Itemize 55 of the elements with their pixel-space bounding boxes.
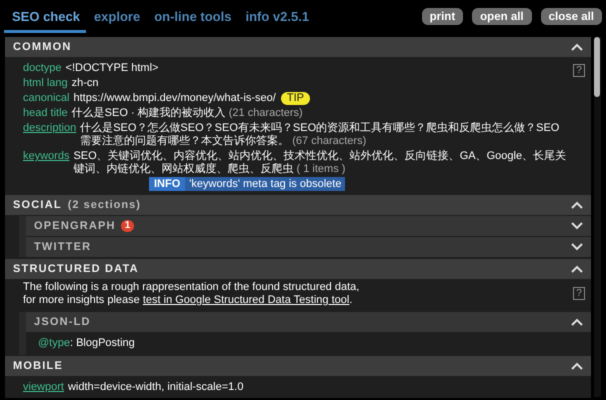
subsection-title: JSON-LD xyxy=(34,316,91,328)
field-key[interactable]: keywords xyxy=(23,150,70,163)
info-message: 'keywords' meta tag is obsolete xyxy=(185,177,346,191)
field-value: SEO、关键词优化、内容优化、站内优化、技术性优化、站外优化、反向链接、GA、Google、长尾关键词、内链优化、网站权威度、爬虫、反爬虫 ( 1 items ) xyxy=(73,150,567,176)
field-value: https://www.bmpi.dev/money/what-is-seo/ xyxy=(73,92,276,105)
scrollbar[interactable] xyxy=(594,37,601,397)
chevron-up-icon[interactable] xyxy=(571,265,583,273)
chevron-down-icon[interactable] xyxy=(571,222,583,230)
section-title: COMMON xyxy=(13,41,72,53)
toolbar-button[interactable]: close all xyxy=(540,8,602,25)
section-title: MOBILE xyxy=(13,360,63,372)
field-value: 什么是SEO？怎么做SEO？SEO有未来吗？SEO的资源和工具有哪些？爬虫和反爬虫怎么做？SEO需要注意的问题有哪些？本文告诉你答案。 (67 characters) xyxy=(80,122,560,148)
intro-paragraph: The following is a rough rappresentation of the found structured data, for more insights please test in Google Structured Data Testing tool. xyxy=(23,281,360,307)
chevron-up-icon[interactable] xyxy=(571,318,583,326)
section-header[interactable]: MOBILE xyxy=(5,356,591,376)
field-value: zh-cn xyxy=(72,77,100,90)
section-title: STRUCTURED DATA xyxy=(13,263,139,275)
chevron-up-icon[interactable] xyxy=(571,362,583,370)
subsection-title: TWITTER xyxy=(34,241,92,253)
subsection-header[interactable]: TWITTER xyxy=(26,237,591,257)
subsection-header[interactable]: JSON-LD xyxy=(26,312,591,332)
chevron-down-icon[interactable] xyxy=(571,243,583,251)
help-icon[interactable]: ? xyxy=(573,64,585,77)
section-header[interactable]: COMMON xyxy=(5,37,591,57)
scrollbar-thumb[interactable] xyxy=(594,37,600,97)
field-key: canonical xyxy=(23,92,70,105)
testing-tool-link[interactable]: test in Google Structured Data Testing tool xyxy=(142,294,350,306)
field-key: html lang xyxy=(23,77,68,90)
field-value: <!DOCTYPE html> xyxy=(66,62,160,75)
subsection-title: OPENGRAPH xyxy=(34,220,116,232)
tip-badge[interactable]: TIP xyxy=(280,92,310,105)
field-value: width=device-width, initial-scale=1.0 xyxy=(68,381,244,394)
tab[interactable]: on-line tools xyxy=(146,0,238,33)
tab[interactable]: explore xyxy=(86,0,146,33)
section-title: SOCIAL xyxy=(13,199,62,211)
chevron-up-icon[interactable] xyxy=(571,43,583,51)
toolbar-button[interactable]: print xyxy=(422,8,464,25)
field-key[interactable]: description xyxy=(23,122,76,135)
info-badge: INFO xyxy=(149,177,186,191)
section-count: (2 sections) xyxy=(68,199,141,211)
field-value: 什么是SEO · 构建我的被动收入 (21 characters) xyxy=(72,107,304,120)
field-key: doctype xyxy=(23,62,62,75)
tab[interactable]: info v2.5.1 xyxy=(237,0,316,33)
tab[interactable]: SEO check xyxy=(4,0,86,33)
toolbar-button[interactable]: open all xyxy=(472,8,532,25)
field-key: head title xyxy=(23,107,68,120)
section-header[interactable]: SOCIAL (2 sections) xyxy=(5,195,591,215)
section-header[interactable]: STRUCTURED DATA xyxy=(5,259,591,279)
field-key: @type xyxy=(38,337,70,350)
subsection-header[interactable]: OPENGRAPH 1 xyxy=(26,216,591,236)
field-key[interactable]: viewport xyxy=(23,381,64,394)
field-value: : BlogPosting xyxy=(70,337,136,350)
count-badge: 1 xyxy=(120,220,134,232)
chevron-up-icon[interactable] xyxy=(571,201,583,209)
help-icon[interactable]: ? xyxy=(573,287,585,300)
